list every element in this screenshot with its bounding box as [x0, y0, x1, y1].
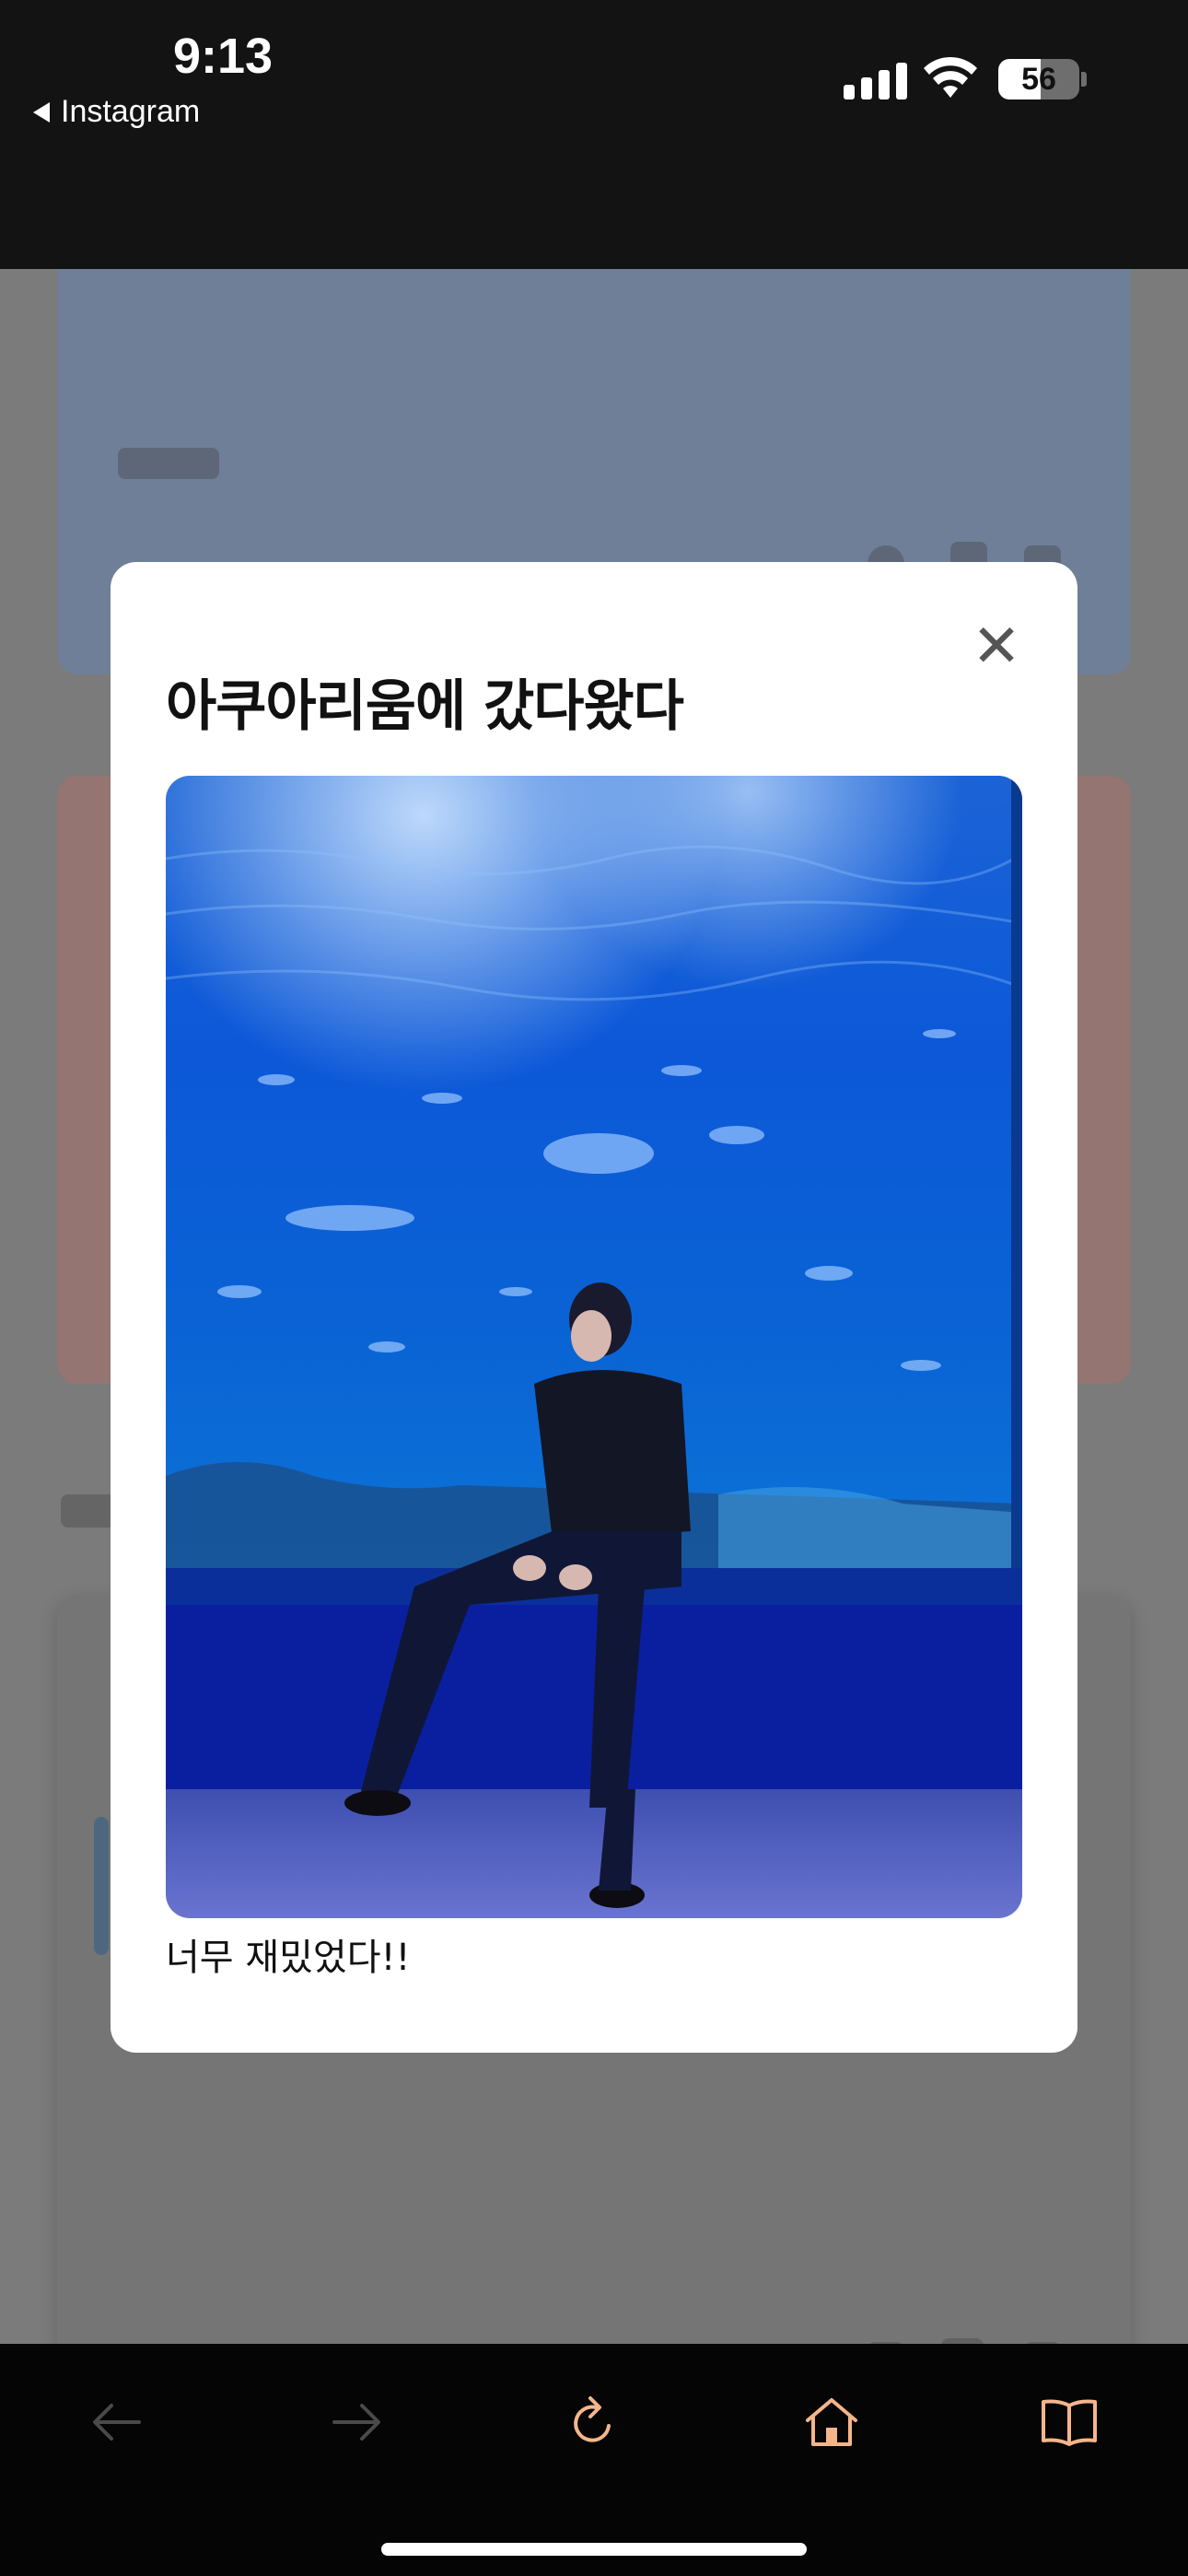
battery-cap [1081, 72, 1087, 87]
status-bar: 9:13 Instagram 56 [0, 0, 1188, 269]
back-triangle-icon [33, 101, 50, 123]
back-to-app-link[interactable]: Instagram [33, 94, 200, 130]
arrow-right-icon [332, 2404, 380, 2441]
forward-button[interactable] [315, 2381, 398, 2464]
wifi-icon [924, 56, 977, 98]
home-icon [806, 2398, 857, 2446]
book-icon [1042, 2399, 1097, 2446]
back-app-label: Instagram [61, 94, 201, 129]
cellular-signal-icon [844, 59, 907, 100]
post-title: 아쿠아리움에 갔다왔다 [166, 674, 684, 739]
aquarium-photo [166, 776, 1022, 1918]
status-time: 9:13 [173, 29, 274, 84]
battery-icon: 56 [998, 59, 1079, 100]
home-button[interactable] [790, 2381, 873, 2464]
arrow-left-icon [93, 2404, 141, 2441]
home-indicator[interactable] [381, 2543, 807, 2556]
reload-icon [574, 2396, 611, 2442]
reload-button[interactable] [553, 2381, 635, 2464]
aquarium-photo-image [166, 776, 1022, 1918]
back-button[interactable] [76, 2381, 158, 2464]
post-caption: 너무 재밌었다!! [166, 1937, 411, 1979]
bookmarks-button[interactable] [1028, 2381, 1111, 2464]
close-icon[interactable]: ✕ [969, 617, 1024, 676]
